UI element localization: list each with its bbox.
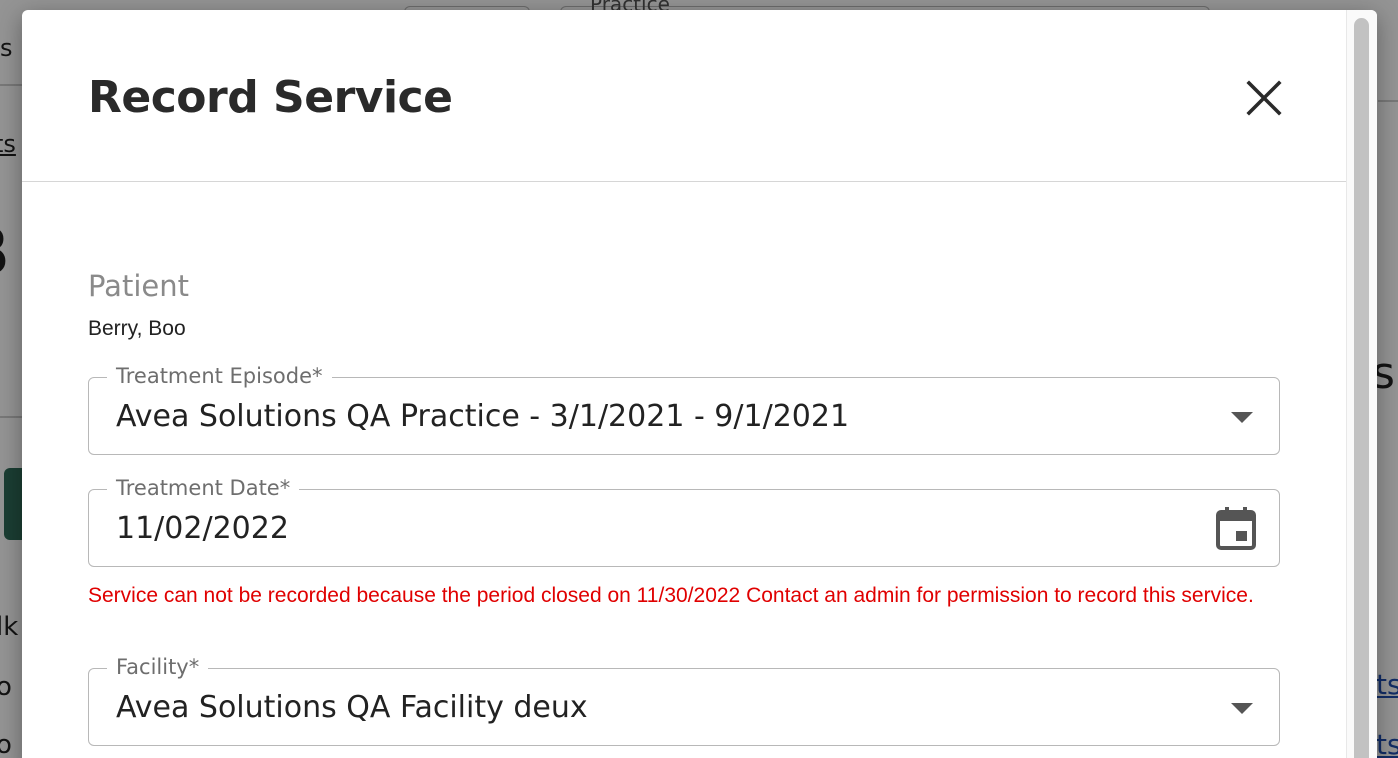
treatment-episode-label: Treatment Episode* [107, 364, 332, 388]
calendar-button[interactable] [1215, 506, 1257, 550]
record-service-modal: Record Service Patient Berry, Boo Treatm… [22, 10, 1377, 758]
treatment-date-label: Treatment Date* [107, 476, 300, 500]
close-button[interactable] [1240, 74, 1288, 122]
treatment-episode-value: Avea Solutions QA Practice - 3/1/2021 - … [116, 399, 850, 434]
facility-value: Avea Solutions QA Facility deux [116, 690, 588, 725]
modal-header: Record Service [22, 10, 1346, 182]
facility-label: Facility* [107, 655, 209, 679]
calendar-icon [1216, 507, 1256, 550]
patient-name: Berry, Boo [88, 317, 186, 340]
modal-title: Record Service [88, 72, 453, 123]
chevron-down-icon[interactable] [1231, 412, 1253, 423]
modal-scrollbar[interactable] [1346, 10, 1377, 758]
facility-select[interactable]: Facility* Avea Solutions QA Facility deu… [88, 655, 1280, 746]
treatment-date-field[interactable]: Treatment Date* 11/02/2022 [88, 476, 1280, 567]
patient-label: Patient [88, 269, 189, 303]
scrollbar-thumb[interactable] [1354, 18, 1369, 758]
chevron-down-icon[interactable] [1231, 703, 1253, 714]
close-icon [1246, 80, 1282, 116]
treatment-date-error: Service can not be recorded because the … [88, 584, 1254, 607]
treatment-episode-select[interactable]: Treatment Episode* Avea Solutions QA Pra… [88, 364, 1280, 455]
treatment-date-value[interactable]: 11/02/2022 [116, 509, 289, 549]
